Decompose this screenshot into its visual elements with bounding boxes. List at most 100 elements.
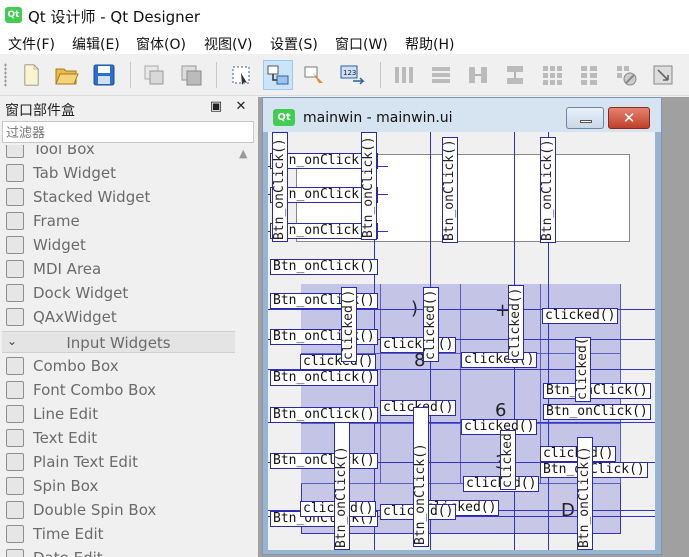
edit-widgets-icon[interactable] <box>226 60 256 90</box>
slot-label: Btn_onClick() <box>270 259 378 275</box>
menu-view[interactable]: 视图(V) <box>204 34 253 54</box>
mdi-area-icon <box>6 260 24 278</box>
widget-item-date-edit[interactable]: Date Edit <box>2 546 235 557</box>
spin-box-icon <box>6 477 24 495</box>
slot-label-vertical: Btn_onClick() <box>413 407 429 547</box>
widget-box-panel: 窗口部件盒 ▣ ✕ Tool Box Tab Widget Stacked Wi… <box>0 97 257 557</box>
widget-icon <box>6 236 24 254</box>
menu-help[interactable]: 帮助(H) <box>405 34 454 54</box>
date-edit-icon <box>6 549 24 557</box>
calc-key-label: 6 <box>495 400 507 421</box>
slot-label: Btn_onClick() <box>270 370 378 386</box>
svg-text:123: 123 <box>343 69 356 77</box>
signal-label-vertical: clicked() <box>423 287 439 362</box>
toolbar-grip[interactable] <box>4 63 7 87</box>
menu-bar: 文件(F) 编辑(E) 窗体(O) 视图(V) 设置(S) 窗口(W) 帮助(H… <box>0 30 689 54</box>
slot-label-vertical: Btn_onClick() <box>361 132 377 240</box>
widget-item-frame[interactable]: Frame <box>2 209 235 233</box>
signal-label: clicked() <box>542 308 619 324</box>
stacked-widget-icon <box>6 188 24 206</box>
dock-widget-icon <box>6 284 24 302</box>
form-canvas[interactable]: ) + 8 6 3 D L Btn_onClick() Btn_onClick(… <box>268 132 655 550</box>
signal-label-vertical: clicked() <box>575 337 591 402</box>
copy-icon[interactable] <box>139 60 169 90</box>
widget-item-line-edit[interactable]: Line Edit <box>2 402 235 426</box>
widget-item-qaxwidget[interactable]: QAxWidget <box>2 305 235 329</box>
widget-item-mdi-area[interactable]: MDI Area <box>2 257 235 281</box>
scroll-up-icon[interactable]: ▲ <box>239 147 247 160</box>
widget-item-plain-text-edit[interactable]: Plain Text Edit <box>2 450 235 474</box>
float-icon[interactable]: ▣ <box>208 99 224 115</box>
widget-item-double-spin-box[interactable]: Double Spin Box <box>2 498 235 522</box>
slot-label: Btn_onClick() <box>270 407 378 423</box>
menu-window[interactable]: 窗口(W) <box>335 34 388 54</box>
time-edit-icon <box>6 525 24 543</box>
widget-item-tab-widget[interactable]: Tab Widget <box>2 161 235 185</box>
edit-tab-order-icon[interactable]: 123 <box>337 60 367 90</box>
slot-label: Btn_onClick() <box>270 293 378 309</box>
widget-item-time-edit[interactable]: Time Edit <box>2 522 235 546</box>
slot-label-vertical: Btn_onClick() <box>334 422 350 550</box>
menu-edit[interactable]: 编辑(E) <box>72 34 120 54</box>
plain-text-edit-icon <box>6 453 24 471</box>
minimize-icon <box>580 120 592 123</box>
subwindow-title: mainwin - mainwin.ui <box>303 110 453 126</box>
new-file-icon[interactable] <box>16 60 46 90</box>
widget-item-widget[interactable]: Widget <box>2 233 235 257</box>
subwindow-titlebar[interactable]: Qt mainwin - mainwin.ui ✕ <box>263 98 661 132</box>
minimize-button[interactable] <box>566 107 604 129</box>
signal-label-vertical: clicked() <box>500 430 516 490</box>
save-icon[interactable] <box>89 60 119 90</box>
open-folder-icon[interactable] <box>52 60 82 90</box>
slot-label: Btn_onClick() <box>543 383 651 399</box>
toolbar: 123 <box>0 54 689 96</box>
slot-label-vertical: Btn_onClick() <box>540 137 556 243</box>
combo-box-icon <box>6 357 24 375</box>
category-input-widgets[interactable]: ⌄ Input Widgets <box>2 331 235 353</box>
widget-box-header: 窗口部件盒 ▣ ✕ <box>0 97 257 119</box>
close-icon[interactable]: ✕ <box>233 99 249 115</box>
signal-label: clicked() <box>380 337 457 353</box>
slot-label: Btn_onClick() <box>270 453 378 469</box>
slot-label: Btn_onClick() <box>540 462 648 478</box>
tab-widget-icon <box>6 164 24 182</box>
layout-horizontal-icon[interactable] <box>389 60 419 90</box>
slot-label-vertical: Btn_onClick() <box>442 137 458 243</box>
edit-buddies-icon[interactable] <box>300 60 330 90</box>
signal-label-vertical: clicked() <box>341 287 357 362</box>
close-button[interactable]: ✕ <box>608 107 650 129</box>
font-combo-box-icon <box>6 381 24 399</box>
frame-icon <box>6 212 24 230</box>
layout-form-icon[interactable] <box>574 60 604 90</box>
menu-form[interactable]: 窗体(O) <box>136 34 186 54</box>
widget-item-text-edit[interactable]: Text Edit <box>2 426 235 450</box>
widget-item-font-combo-box[interactable]: Font Combo Box <box>2 378 235 402</box>
window-title: Qt 设计师 - Qt Designer <box>28 8 201 26</box>
widget-item-spin-box[interactable]: Spin Box <box>2 474 235 498</box>
qt-logo-icon: Qt <box>5 7 22 23</box>
double-spin-box-icon <box>6 501 24 519</box>
widget-item-dock-widget[interactable]: Dock Widget <box>2 281 235 305</box>
widget-list: Tool Box Tab Widget Stacked Widget Frame… <box>2 145 235 557</box>
text-edit-icon <box>6 429 24 447</box>
edit-signals-slots-icon[interactable] <box>263 60 293 90</box>
adjust-size-icon[interactable] <box>648 60 678 90</box>
paste-icon[interactable] <box>176 60 206 90</box>
slot-label: Btn_onClick() <box>543 404 651 420</box>
widget-filter-input[interactable] <box>2 121 254 143</box>
title-bar: Qt Qt 设计师 - Qt Designer <box>0 0 689 30</box>
widget-item-tool-box[interactable]: Tool Box <box>2 145 235 161</box>
menu-file[interactable]: 文件(F) <box>8 34 55 54</box>
layout-vertical-icon[interactable] <box>426 60 456 90</box>
layout-grid-icon[interactable] <box>537 60 567 90</box>
layout-v-splitter-icon[interactable] <box>500 60 530 90</box>
widget-item-stacked-widget[interactable]: Stacked Widget <box>2 185 235 209</box>
break-layout-icon[interactable] <box>611 60 641 90</box>
widget-item-combo-box[interactable]: Combo Box <box>2 354 235 378</box>
signal-label: clicked() <box>461 352 538 368</box>
qaxwidget-icon <box>6 308 24 326</box>
layout-h-splitter-icon[interactable] <box>463 60 493 90</box>
widget-list-scrollbar[interactable]: ▲ <box>236 145 253 557</box>
widget-box-title: 窗口部件盒 <box>5 103 75 119</box>
menu-settings[interactable]: 设置(S) <box>270 34 318 54</box>
